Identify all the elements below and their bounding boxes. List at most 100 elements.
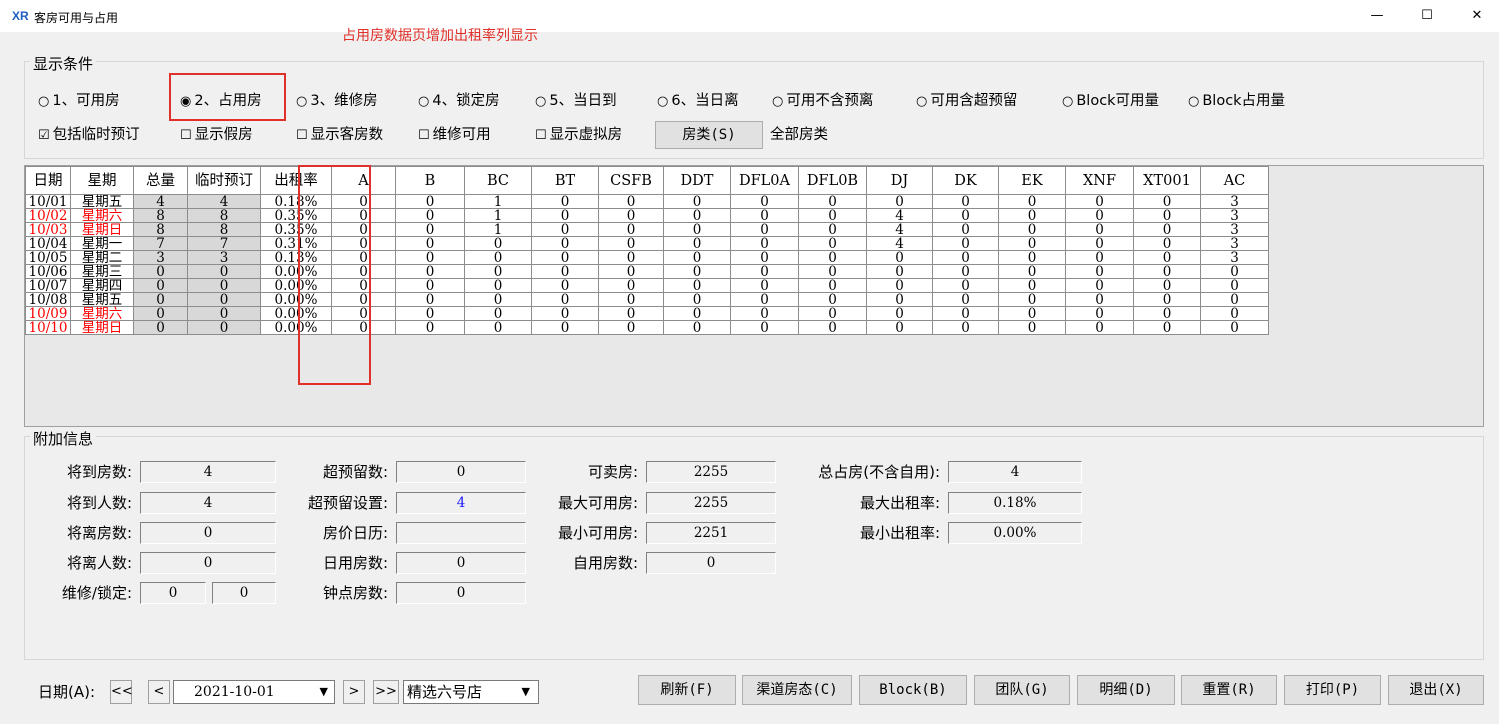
table-cell[interactable]: 0	[663, 306, 731, 321]
occupancy-grid[interactable]: 日期 星期 总量 临时预订 出租率 A B BC BT CSFB DDT DFL0A DFL0B DJ DK…	[24, 165, 1484, 427]
table-cell[interactable]: 0	[932, 250, 999, 265]
table-cell[interactable]: 3	[133, 250, 188, 265]
table-cell[interactable]: 10/01	[25, 194, 71, 209]
overbook-setting-field[interactable]: 4	[396, 492, 526, 514]
table-cell[interactable]: 10/03	[25, 222, 71, 237]
table-cell[interactable]: 8	[187, 222, 261, 237]
table-cell[interactable]: 星期五	[70, 194, 134, 209]
table-cell[interactable]: 0	[663, 208, 731, 223]
table-cell[interactable]: 0	[730, 264, 799, 279]
radio-available-with-overbook[interactable]: ○ 可用含超预留	[916, 91, 1017, 112]
table-cell[interactable]: 3	[187, 250, 261, 265]
table-cell[interactable]: 0	[464, 250, 532, 265]
column-header[interactable]: 总量	[133, 166, 188, 195]
room-type-button[interactable]: 房类(S)	[655, 121, 763, 149]
last-date-button[interactable]: >>	[373, 680, 399, 704]
table-cell[interactable]: 0	[395, 236, 465, 251]
block-button[interactable]: Block(B)	[859, 675, 967, 705]
table-cell[interactable]: 0	[531, 250, 599, 265]
table-cell[interactable]: 星期三	[70, 264, 134, 279]
table-cell[interactable]: 0	[998, 320, 1066, 335]
table-cell[interactable]: 8	[133, 222, 188, 237]
table-cell[interactable]: 0	[730, 278, 799, 293]
table-cell[interactable]: 0	[531, 320, 599, 335]
table-row[interactable]: 10/02 星期六 8 8 0.35% 0 0 1 0 0 0 0 0 4 0 0 0 0 3	[25, 208, 1269, 223]
table-cell[interactable]: 0	[663, 264, 731, 279]
table-cell[interactable]: 0	[663, 222, 731, 237]
table-cell[interactable]: 0	[730, 250, 799, 265]
table-cell[interactable]: 0	[1065, 306, 1134, 321]
radio-repair[interactable]: ○ 3、维修房	[296, 91, 378, 112]
table-cell[interactable]: 0	[1200, 264, 1269, 279]
radio-today-depart[interactable]: ○ 6、当日离	[657, 91, 739, 112]
table-cell[interactable]: 4	[866, 222, 933, 237]
table-cell[interactable]: 0	[932, 236, 999, 251]
table-cell[interactable]: 0	[531, 194, 599, 209]
table-cell[interactable]: 3	[1200, 222, 1269, 237]
prev-date-button[interactable]: <	[148, 680, 170, 704]
table-cell[interactable]: 0	[598, 208, 664, 223]
chevron-down-icon[interactable]: ▼	[320, 681, 328, 703]
table-cell[interactable]: 0	[187, 278, 261, 293]
checkbox-show-fake-rooms[interactable]: ☐ 显示假房	[180, 125, 253, 146]
table-cell[interactable]: 0	[798, 208, 867, 223]
next-date-button[interactable]: >	[343, 680, 365, 704]
column-header[interactable]: EK	[998, 166, 1066, 195]
store-select[interactable]: 精选六号店 ▼	[403, 680, 539, 704]
table-cell[interactable]: 0	[932, 306, 999, 321]
column-header[interactable]: 日期	[25, 166, 71, 195]
radio-locked[interactable]: ○ 4、锁定房	[418, 91, 500, 112]
table-cell[interactable]: 0	[730, 208, 799, 223]
table-cell[interactable]: 0	[866, 292, 933, 307]
table-row[interactable]: 10/03 星期日 8 8 0.35% 0 0 1 0 0 0 0 0 4 0 0 0 0 3	[25, 222, 1269, 237]
table-cell[interactable]: 0	[598, 222, 664, 237]
table-cell[interactable]: 10/08	[25, 292, 71, 307]
table-row[interactable]: 10/05 星期二 3 3 0.13% 0 0 0 0 0 0 0 0 0 0 0 0 0 3	[25, 250, 1269, 265]
table-cell[interactable]: 0	[395, 292, 465, 307]
table-cell[interactable]: 0	[598, 306, 664, 321]
radio-available-no-predepart[interactable]: ○ 可用不含预离	[772, 91, 873, 112]
table-cell[interactable]: 星期六	[70, 208, 134, 223]
table-cell[interactable]: 0	[798, 306, 867, 321]
table-cell[interactable]: 0	[798, 222, 867, 237]
table-cell[interactable]: 0	[998, 292, 1066, 307]
table-cell[interactable]: 0	[932, 194, 999, 209]
table-cell[interactable]: 0	[1200, 320, 1269, 335]
table-cell[interactable]: 0	[598, 264, 664, 279]
table-cell[interactable]: 10/05	[25, 250, 71, 265]
table-row[interactable]: 10/07 星期四 0 0 0.00% 0 0 0 0 0 0 0 0 0 0 0 0 0 0	[25, 278, 1269, 293]
radio-today-arrive[interactable]: ○ 5、当日到	[535, 91, 617, 112]
table-cell[interactable]: 星期日	[70, 222, 134, 237]
table-cell[interactable]: 0	[798, 236, 867, 251]
table-cell[interactable]: 7	[133, 236, 188, 251]
table-cell[interactable]: 0	[1133, 264, 1201, 279]
table-cell[interactable]: 0	[932, 264, 999, 279]
checkbox-show-virtual-rooms[interactable]: ☐ 显示虚拟房	[535, 125, 622, 146]
table-cell[interactable]: 0	[531, 292, 599, 307]
table-cell[interactable]: 0	[866, 320, 933, 335]
table-cell[interactable]: 星期二	[70, 250, 134, 265]
table-cell[interactable]: 0	[998, 208, 1066, 223]
table-cell[interactable]: 8	[133, 208, 188, 223]
table-cell[interactable]: 0	[798, 278, 867, 293]
print-button[interactable]: 打印(P)	[1284, 675, 1381, 705]
table-cell[interactable]: 0	[598, 320, 664, 335]
table-cell[interactable]: 0	[1065, 250, 1134, 265]
table-row[interactable]: 10/09 星期六 0 0 0.00% 0 0 0 0 0 0 0 0 0 0 0 0 0 0	[25, 306, 1269, 321]
table-cell[interactable]: 0	[187, 264, 261, 279]
table-cell[interactable]: 0	[866, 278, 933, 293]
table-cell[interactable]: 0	[598, 236, 664, 251]
table-cell[interactable]: 0	[464, 292, 532, 307]
table-cell[interactable]: 0	[133, 264, 188, 279]
table-cell[interactable]: 0	[1065, 194, 1134, 209]
exit-button[interactable]: 退出(X)	[1388, 675, 1484, 705]
column-header[interactable]: XNF	[1065, 166, 1134, 195]
column-header[interactable]: DFL0A	[730, 166, 799, 195]
table-cell[interactable]: 0	[531, 264, 599, 279]
table-cell[interactable]: 0	[798, 264, 867, 279]
table-cell[interactable]: 0	[395, 222, 465, 237]
table-cell[interactable]: 10/07	[25, 278, 71, 293]
table-cell[interactable]: 0	[1133, 306, 1201, 321]
table-cell[interactable]: 10/10	[25, 320, 71, 335]
table-cell[interactable]: 4	[187, 194, 261, 209]
